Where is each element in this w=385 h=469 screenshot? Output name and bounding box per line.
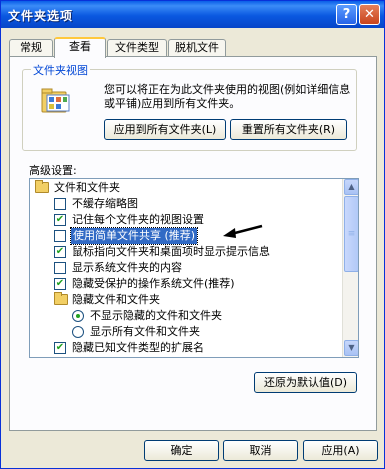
scroll-up-button[interactable]: ▲ <box>344 179 358 195</box>
list-item-label: 显示系统文件夹的内容 <box>72 261 182 274</box>
list-item-label: 隐藏受保护的操作系统文件(推荐) <box>72 277 235 290</box>
list-item-label: 鼠标指向文件夹和桌面项时显示提示信息 <box>72 245 270 258</box>
tab-file-types[interactable]: 文件类型 <box>107 39 167 57</box>
list-item-label: 文件和文件夹 <box>54 181 120 194</box>
folder-views-icon <box>41 88 70 113</box>
list-item-label: 不显示隐藏的文件和文件夹 <box>90 309 222 322</box>
list-item-label: 隐藏文件和文件夹 <box>72 293 160 306</box>
tab-view[interactable]: 查看 <box>54 37 106 58</box>
scroll-thumb[interactable]: ≡ <box>344 196 358 272</box>
checkbox[interactable] <box>54 262 66 274</box>
advanced-settings-label: 高级设置: <box>29 164 77 177</box>
folder-options-dialog: 文件夹选项 ? ✕ 常规 查看 文件类型 脱机文件 文件夹视图 您可以将正在为此… <box>0 0 385 469</box>
folder-views-description: 您可以将正在为此文件夹使用的视图(例如详细信息或平铺)应用到所有文件夹。 <box>104 83 351 110</box>
checkbox[interactable]: ✔ <box>54 278 66 290</box>
checkbox[interactable]: ✔ <box>54 214 66 226</box>
help-button[interactable]: ? <box>336 4 357 25</box>
tab-offline-files[interactable]: 脱机文件 <box>168 39 226 57</box>
ok-button[interactable]: 确定 <box>144 440 219 461</box>
vertical-scrollbar[interactable]: ▲ ≡ ▼ <box>342 179 358 357</box>
radio-button[interactable] <box>72 326 84 338</box>
folder-icon <box>35 180 49 193</box>
checkbox[interactable] <box>54 198 66 210</box>
annotation-arrow <box>223 224 263 238</box>
advanced-settings-list[interactable]: 文件和文件夹 不缓存缩略图 ✔ 记住每个文件夹的视图设置 使用简单文件共享 (推… <box>29 178 359 358</box>
list-item-label: 不缓存缩略图 <box>72 197 138 210</box>
reset-all-folders-button[interactable]: 重置所有文件夹(R) <box>230 119 347 140</box>
window-title: 文件夹选项 <box>8 9 74 23</box>
apply-button[interactable]: 应用(A) <box>303 440 378 461</box>
apply-to-all-folders-button[interactable]: 应用到所有文件夹(L) <box>104 119 226 140</box>
list-item-label: 记住每个文件夹的视图设置 <box>72 213 204 226</box>
cancel-button[interactable]: 取消 <box>223 440 298 461</box>
restore-defaults-button[interactable]: 还原为默认值(D) <box>254 372 357 393</box>
tab-general[interactable]: 常规 <box>9 39 53 57</box>
folder-icon <box>54 292 68 305</box>
list-item-label-selected: 使用简单文件共享 (推荐) <box>69 227 199 245</box>
title-bar[interactable]: 文件夹选项 ? ✕ <box>1 1 384 28</box>
checkbox[interactable]: ✔ <box>54 246 66 258</box>
checkbox[interactable]: ✔ <box>54 342 66 354</box>
radio-button[interactable] <box>72 310 84 322</box>
folder-views-title: 文件夹视图 <box>31 62 90 78</box>
checkbox[interactable] <box>54 230 66 242</box>
close-button[interactable]: ✕ <box>359 4 380 25</box>
list-item-label: 显示所有文件和文件夹 <box>90 325 200 338</box>
list-item-label: 隐藏已知文件类型的扩展名 <box>72 341 204 354</box>
scroll-down-button[interactable]: ▼ <box>344 340 358 356</box>
